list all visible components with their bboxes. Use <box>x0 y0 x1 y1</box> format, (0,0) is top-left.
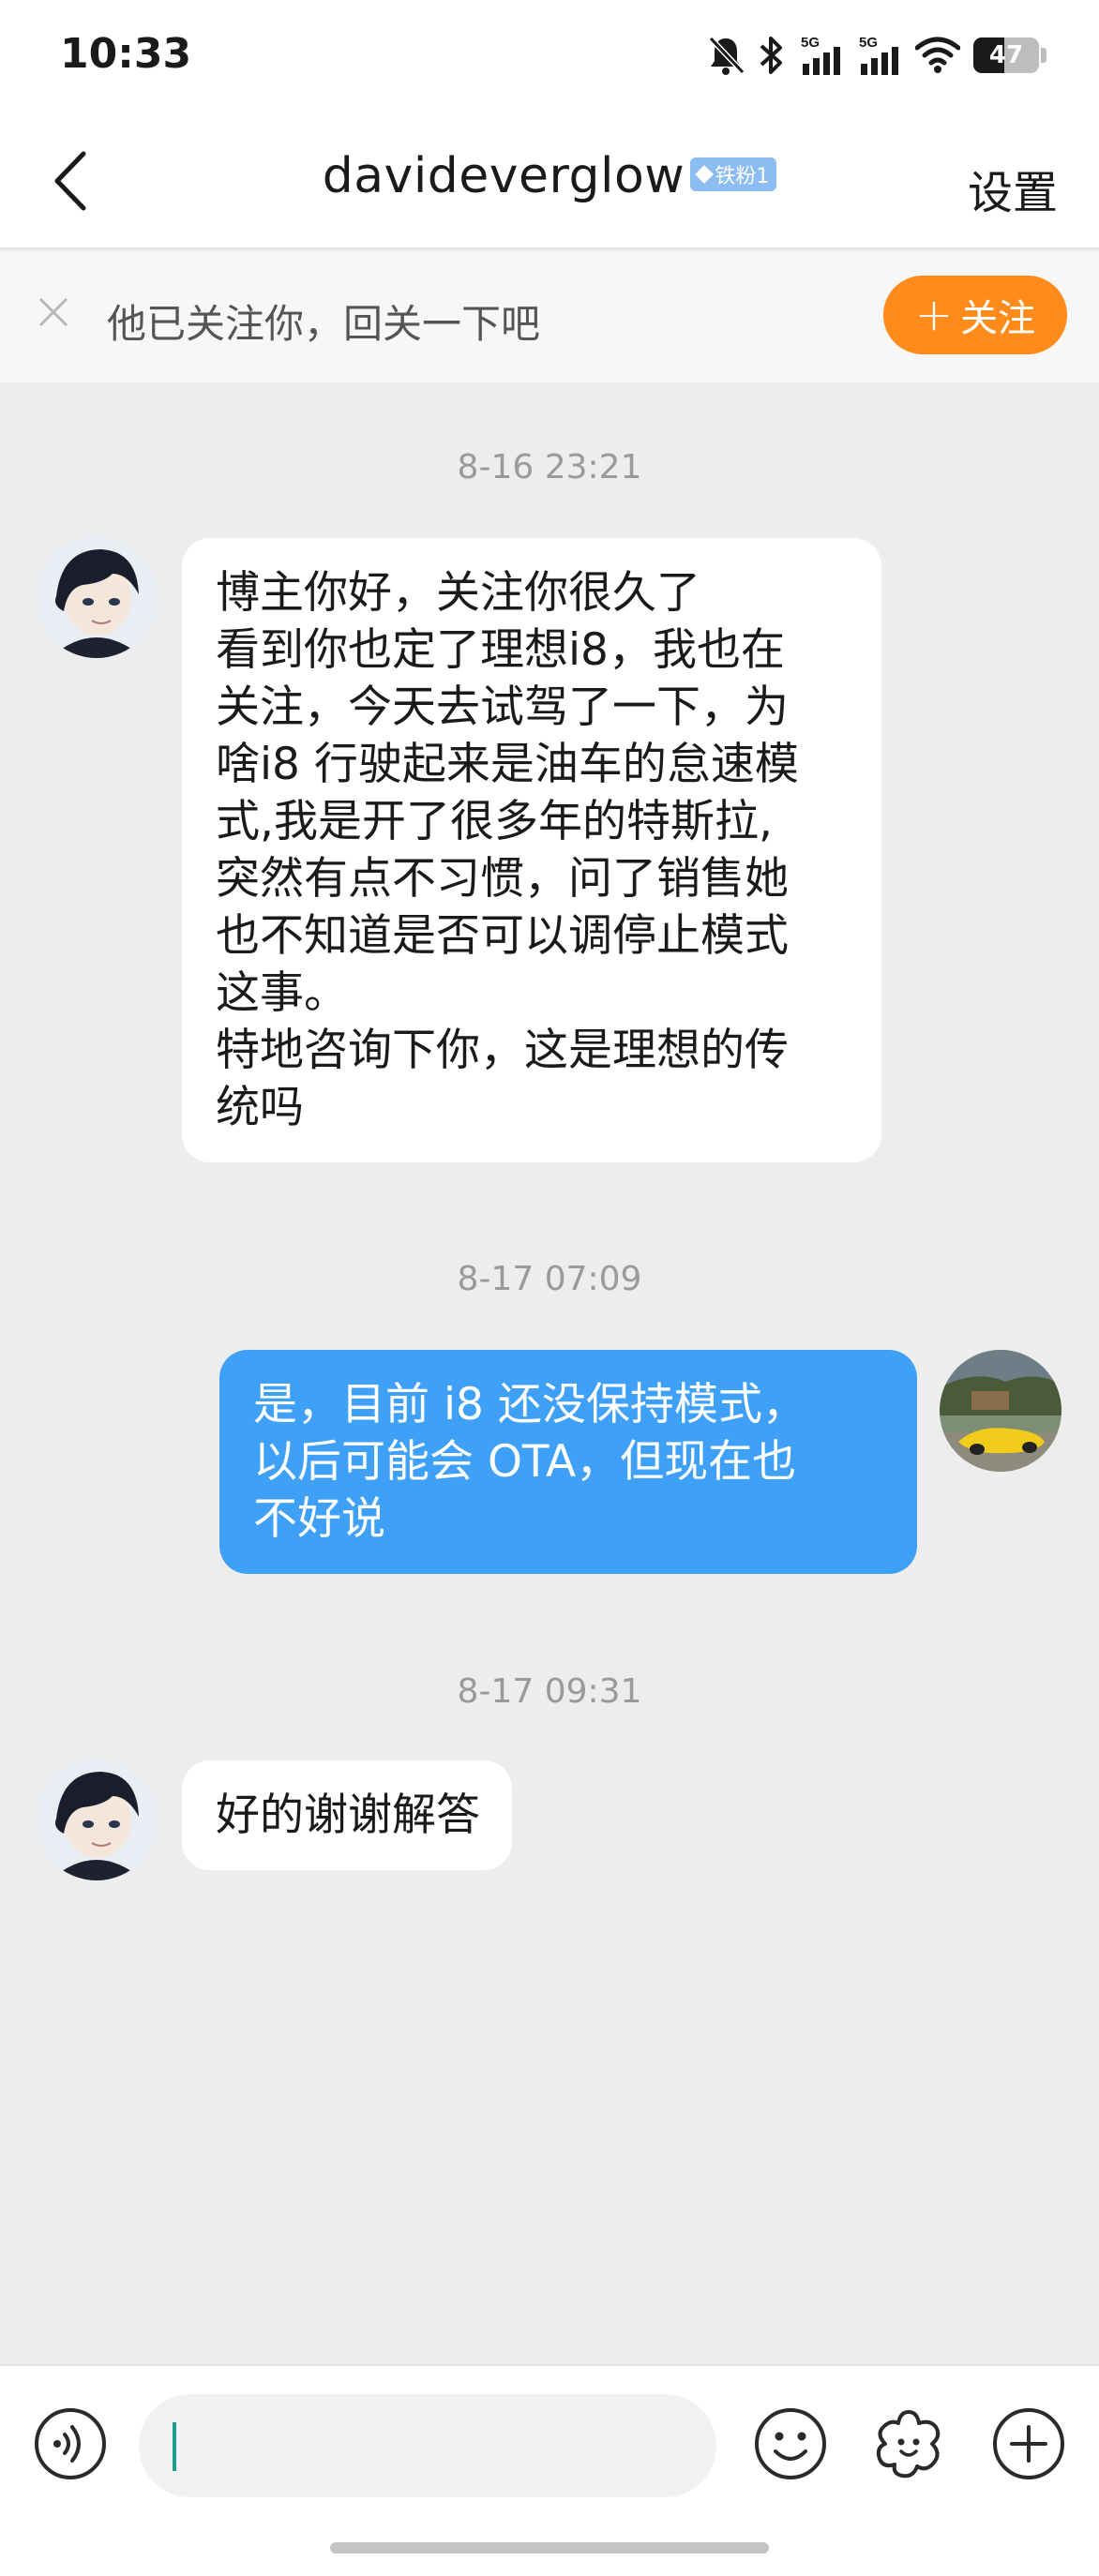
signal-5g-icon: 5G <box>857 34 902 77</box>
text-cursor <box>173 2422 176 2471</box>
battery-level: 47 <box>988 41 1024 69</box>
voice-icon <box>33 2406 108 2485</box>
message-line: 特地咨询下你，这是理想的传 <box>216 1025 789 1076</box>
voice-button[interactable] <box>28 2404 113 2488</box>
svg-text:5G: 5G <box>801 35 820 51</box>
emoji-button[interactable] <box>748 2404 833 2488</box>
bluetooth-icon <box>758 35 786 76</box>
follow-banner: 他已关注你，回关一下吧 + 关注 <box>0 251 1099 382</box>
contact-avatar[interactable] <box>36 536 158 658</box>
message-timestamp: 8-17 07:09 <box>457 1260 642 1298</box>
message-line: 这事。 <box>216 967 348 1019</box>
message-line: 统吗 <box>216 1082 304 1133</box>
message-line: 式,我是开了很多年的特斯拉, <box>216 796 773 847</box>
nav-header: davideverglow 铁粉1 设置 <box>0 112 1099 249</box>
close-icon <box>37 295 70 333</box>
message-input[interactable] <box>139 2394 716 2497</box>
plus-icon <box>991 2406 1066 2485</box>
battery-cap <box>1041 48 1046 63</box>
message-timestamp: 8-16 23:21 <box>457 448 642 487</box>
message-line: 以后可能会 OTA，但现在也 <box>253 1436 797 1488</box>
dismiss-banner-button[interactable] <box>28 289 79 339</box>
message-timestamp: 8-17 09:31 <box>457 1672 642 1711</box>
message-line: 也不知道是否可以调停止模式 <box>216 910 789 962</box>
follow-button-label: 关注 <box>960 297 1036 340</box>
incoming-message-bubble[interactable]: 好的谢谢解答 <box>182 1760 512 1870</box>
more-button[interactable] <box>986 2404 1071 2488</box>
message-line: 博主你好，关注你很久了 <box>216 567 700 619</box>
status-bar: 10:33 5G 5G 47 <box>0 0 1099 112</box>
mute-icon <box>707 35 745 76</box>
sticker-button[interactable] <box>866 2404 951 2488</box>
message-line: 是，目前 i8 还没保持模式， <box>253 1379 806 1430</box>
signal-5g-icon: 5G <box>799 34 844 77</box>
message-line: 不好说 <box>253 1493 385 1545</box>
sticker-icon <box>870 2406 947 2485</box>
settings-button[interactable]: 设置 <box>968 156 1058 221</box>
fan-badge-label: 铁粉1 <box>715 165 770 188</box>
message-line: 看到你也定了理想i8，我也在 <box>216 624 785 676</box>
follow-prompt-text: 他已关注你，回关一下吧 <box>107 301 541 347</box>
message-line: 好的谢谢解答 <box>216 1790 480 1841</box>
message-line: 啥i8 行驶起来是油车的怠速模 <box>216 739 799 790</box>
svg-text:5G: 5G <box>859 35 878 51</box>
wifi-icon <box>915 37 960 74</box>
my-avatar[interactable] <box>940 1350 1061 1472</box>
follow-back-button[interactable]: + 关注 <box>883 276 1067 354</box>
status-time: 10:33 <box>60 30 192 78</box>
message-line: 关注，今天去试驾了一下，为 <box>216 681 789 733</box>
status-icons: 5G 5G 47 <box>707 32 1046 79</box>
home-indicator[interactable] <box>330 2542 769 2554</box>
fan-badge: 铁粉1 <box>690 157 777 191</box>
battery-icon: 47 <box>973 37 1039 73</box>
outgoing-message-bubble[interactable]: 是，目前 i8 还没保持模式， 以后可能会 OTA，但现在也 不好说 <box>219 1350 917 1574</box>
diamond-icon <box>695 165 715 184</box>
emoji-icon <box>753 2406 828 2485</box>
nav-title-wrap: davideverglow 铁粉1 <box>0 148 1099 204</box>
contact-avatar[interactable] <box>36 1759 158 1880</box>
message-line: 突然有点不习惯，问了销售她 <box>216 853 789 905</box>
page-title[interactable]: davideverglow <box>323 148 685 204</box>
incoming-message-bubble[interactable]: 博主你好，关注你很久了 看到你也定了理想i8，我也在 关注，今天去试驾了一下，为… <box>182 538 881 1162</box>
plus-icon: + <box>914 289 954 341</box>
